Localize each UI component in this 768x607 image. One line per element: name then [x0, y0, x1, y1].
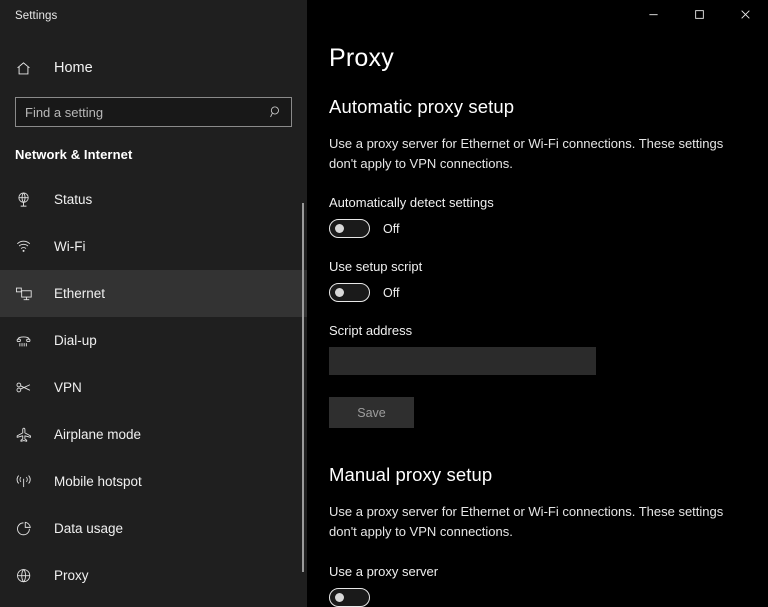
auto-detect-state: Off [383, 221, 400, 236]
sidebar-item-ethernet[interactable]: Ethernet [0, 270, 307, 317]
sidebar-item-ethernet-label: Ethernet [54, 286, 106, 301]
sidebar-item-proxy[interactable]: Proxy [0, 552, 307, 599]
content-pane: Proxy Automatic proxy setup Use a proxy … [307, 0, 768, 607]
auto-detect-toggle[interactable] [329, 219, 370, 239]
sidebar-group-title: Network & Internet [15, 147, 133, 162]
home-icon [15, 60, 39, 77]
sidebar-item-mobile-hotspot-label: Mobile hotspot [54, 474, 142, 489]
sidebar-item-dialup-label: Dial-up [54, 333, 97, 348]
sidebar: Settings Home Netwo [0, 0, 307, 607]
sidebar-item-wifi-label: Wi-Fi [54, 239, 86, 254]
toggle-knob [335, 288, 344, 298]
toggle-knob [335, 224, 344, 234]
window-controls [630, 0, 768, 32]
auto-detect-label: Automatically detect settings [329, 195, 494, 211]
sidebar-item-wifi[interactable]: Wi-Fi [0, 223, 307, 270]
search-container [0, 87, 307, 127]
search-input[interactable] [16, 104, 265, 120]
use-proxy-server-label: Use a proxy server [329, 563, 439, 579]
auto-detect-toggle-row: Off [329, 219, 768, 239]
setup-script-toggle-row: Off [329, 283, 768, 303]
hotspot-icon [15, 473, 39, 491]
use-proxy-server-toggle[interactable] [329, 587, 370, 607]
maximize-button[interactable] [676, 0, 722, 32]
pie-chart-icon [15, 520, 39, 538]
search-box[interactable] [15, 97, 292, 127]
search-icon[interactable] [265, 105, 291, 119]
sidebar-item-home-label: Home [54, 60, 93, 76]
vpn-key-icon [15, 379, 39, 397]
minimize-button[interactable] [630, 0, 676, 32]
proxy-settings: Proxy Automatic proxy setup Use a proxy … [307, 0, 768, 607]
airplane-icon [15, 426, 39, 444]
setup-script-state: Off [383, 285, 400, 300]
sidebar-item-data-usage[interactable]: Data usage [0, 505, 307, 552]
sidebar-item-data-usage-label: Data usage [54, 521, 124, 536]
close-icon [740, 7, 751, 25]
wifi-icon [15, 238, 39, 256]
manual-section-description: Use a proxy server for Ethernet or Wi-Fi… [329, 504, 724, 540]
sidebar-item-airplane-mode[interactable]: Airplane mode [0, 411, 307, 458]
maximize-icon [694, 7, 705, 25]
globe-icon [15, 567, 39, 585]
status-globe-icon [15, 191, 39, 209]
sidebar-item-vpn[interactable]: VPN [0, 364, 307, 411]
window-titlebar: Settings [0, 0, 307, 32]
close-button[interactable] [722, 0, 768, 32]
sidebar-item-home[interactable]: Home [0, 49, 307, 87]
sidebar-item-airplane-mode-label: Airplane mode [54, 427, 142, 442]
sidebar-item-status-label: Status [54, 192, 93, 207]
sidebar-item-vpn-label: VPN [54, 380, 82, 395]
page-title: Proxy [329, 44, 394, 72]
dialup-phone-icon [15, 332, 39, 350]
setup-script-label: Use setup script [329, 259, 423, 275]
save-button[interactable]: Save [329, 397, 414, 429]
setup-script-toggle[interactable] [329, 283, 370, 303]
script-address-label: Script address [329, 323, 413, 339]
script-address-input[interactable] [329, 347, 596, 376]
sidebar-item-mobile-hotspot[interactable]: Mobile hotspot [0, 458, 307, 505]
toggle-knob [335, 592, 344, 602]
window-title: Settings [15, 10, 58, 22]
manual-section-title: Manual proxy setup [329, 464, 493, 486]
ethernet-monitor-icon [15, 285, 39, 303]
minimize-icon [648, 7, 659, 25]
automatic-section-description: Use a proxy server for Ethernet or Wi-Fi… [329, 136, 724, 172]
sidebar-nav: Status Wi-Fi Ethernet Dial-up VPN Airpla… [0, 176, 307, 599]
automatic-section-title: Automatic proxy setup [329, 96, 515, 117]
sidebar-item-proxy-label: Proxy [54, 568, 89, 583]
sidebar-scrollbar[interactable] [302, 203, 304, 572]
settings-window: Settings Home Netwo [0, 0, 768, 607]
sidebar-item-dialup[interactable]: Dial-up [0, 317, 307, 364]
sidebar-item-status[interactable]: Status [0, 176, 307, 223]
use-proxy-server-toggle-row [329, 587, 768, 607]
